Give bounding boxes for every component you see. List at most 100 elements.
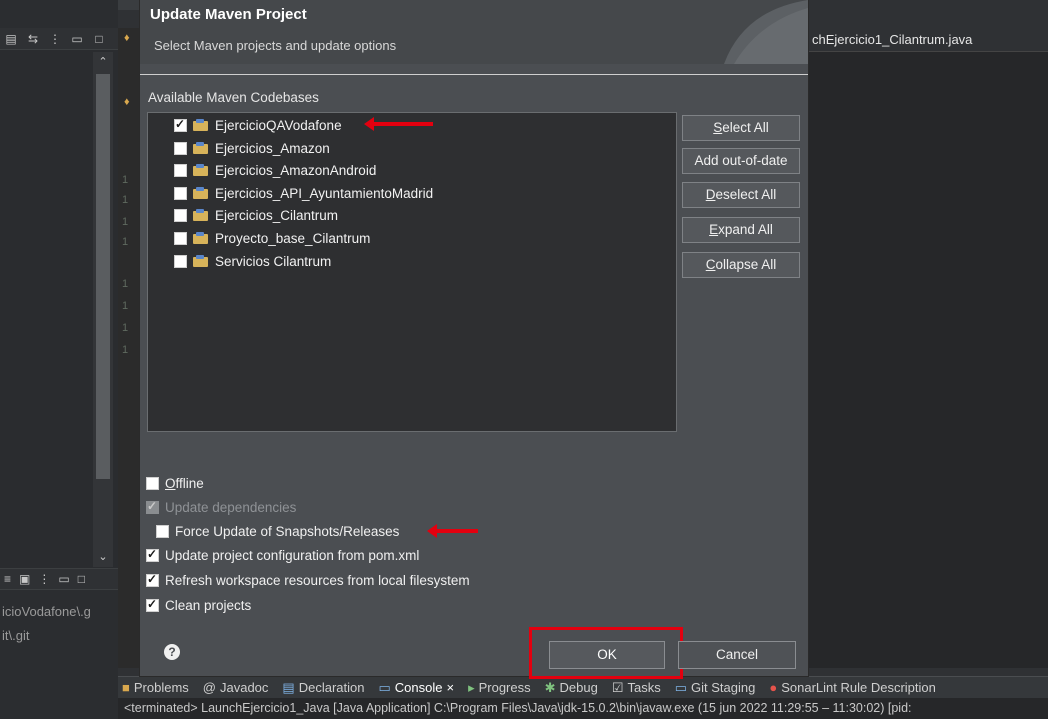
maximize-icon[interactable]: □ — [78, 572, 85, 586]
code-editor[interactable] — [808, 28, 1048, 668]
offline-option[interactable]: Offline — [146, 476, 204, 491]
line-number: 1 — [122, 174, 129, 186]
tab-progress[interactable]: ▸ Progress — [468, 680, 531, 696]
tab-sonarlint[interactable]: ● SonarLint Rule Description — [769, 680, 936, 695]
line-number: 1 — [122, 300, 129, 312]
clean-projects-option[interactable]: Clean projects — [146, 597, 251, 613]
view-menu-icon[interactable]: ▤ — [4, 32, 18, 46]
refresh-workspace-checkbox[interactable] — [146, 572, 159, 587]
update-config-option[interactable]: Update project configuration from pom.xm… — [146, 547, 420, 563]
project-checkbox[interactable] — [174, 254, 187, 268]
force-update-option[interactable]: Force Update of Snapshots/Releases — [156, 524, 399, 539]
close-icon[interactable]: × — [446, 680, 454, 695]
maven-project-folder-icon — [193, 186, 209, 200]
project-name: Servicios Cilantrum — [215, 253, 332, 269]
line-number: 1 — [122, 278, 129, 290]
tab-javadoc[interactable]: @ Javadoc — [203, 680, 269, 695]
project-checkbox[interactable] — [174, 117, 187, 132]
select-all-button[interactable]: Select All — [682, 115, 800, 141]
debug-icon: ✱ — [544, 679, 556, 695]
minimize-icon[interactable]: ▭ — [58, 572, 69, 586]
codebases-tree[interactable]: EjercicioQAVodafone Ejercicios_Amazon Ej… — [147, 112, 677, 432]
tree-item-servicios-cilantrum[interactable]: Servicios Cilantrum — [174, 251, 331, 271]
maven-project-folder-icon — [193, 163, 209, 177]
maximize-icon[interactable]: □ — [92, 32, 106, 46]
scroll-up-icon[interactable]: ⌃ — [93, 54, 113, 70]
tree-item-ejercicios-api-ayuntamientomadrid[interactable]: Ejercicios_API_AyuntamientoMadrid — [174, 183, 433, 203]
project-name: Ejercicios_Amazon — [215, 140, 330, 156]
tab-debug[interactable]: ✱ Debug — [545, 680, 598, 696]
update-dependencies-checkbox — [146, 499, 159, 514]
project-checkbox[interactable] — [174, 231, 187, 245]
project-name: Ejercicios_Cilantrum — [215, 207, 339, 223]
project-name: EjercicioQAVodafone — [215, 117, 342, 133]
clone-icon[interactable]: ▣ — [19, 572, 30, 586]
package-explorer-scrollbar[interactable]: ⌃ ⌄ — [93, 52, 113, 567]
java-file-icon: ♦ — [124, 32, 130, 44]
editor-tab[interactable]: chEjercicio1_Cilantrum.java — [808, 28, 1048, 52]
project-checkbox[interactable] — [174, 208, 187, 222]
console-status-line: <terminated> LaunchEjercicio1_Java [Java… — [118, 698, 1048, 719]
warning-marker-icon: ♦ — [124, 96, 130, 108]
tree-item-ejercicios-amazon[interactable]: Ejercicios_Amazon — [174, 138, 330, 158]
ok-button[interactable]: OK — [549, 641, 665, 669]
link-editor-icon[interactable]: ⇆ — [26, 32, 40, 46]
line-number: 1 — [122, 236, 129, 248]
package-explorer-toolbar: ▤ ⇆ ⋮ ▭ □ — [0, 28, 118, 50]
project-name: Ejercicios_API_AyuntamientoMadrid — [215, 185, 434, 201]
tree-item-ejercicioqavodafone[interactable]: EjercicioQAVodafone — [174, 115, 342, 135]
tree-item-ejercicios-cilantrum[interactable]: Ejercicios_Cilantrum — [174, 205, 338, 225]
add-out-of-date-button[interactable]: Add out-of-date — [682, 148, 800, 174]
more-options-icon[interactable]: ⋮ — [48, 32, 62, 46]
dialog-header: Update Maven Project Select Maven projec… — [140, 0, 808, 64]
update-dependencies-option: Update dependencies — [146, 499, 297, 515]
minimize-icon[interactable]: ▭ — [70, 32, 84, 46]
tab-declaration[interactable]: ▤ Declaration — [282, 680, 364, 696]
line-number: 1 — [122, 216, 129, 228]
annotation-arrow — [427, 524, 478, 538]
clean-projects-checkbox[interactable] — [146, 597, 159, 612]
editor-gutter: ♦ ♦ 1 1 1 1 1 1 1 1 — [118, 28, 140, 668]
help-icon[interactable]: ? — [164, 644, 180, 660]
git-staging-icon: ▭ — [674, 679, 688, 695]
git-repositories-toolbar: ≡ ▣ ⋮ ▭ □ — [0, 568, 118, 590]
available-codebases-label: Available Maven Codebases — [148, 90, 319, 105]
project-name: Proyecto_base_Cilantrum — [215, 230, 371, 246]
repository-path[interactable]: icioVodafone\.g — [2, 604, 91, 619]
declaration-icon: ▤ — [282, 679, 295, 695]
project-checkbox[interactable] — [174, 186, 187, 200]
project-checkbox[interactable] — [174, 141, 187, 155]
annotation-arrow — [364, 117, 433, 131]
tree-item-ejercicios-amazonandroid[interactable]: Ejercicios_AmazonAndroid — [174, 160, 376, 180]
header-separator — [140, 74, 808, 75]
update-config-label: Update project configuration from pom.xm… — [165, 548, 420, 563]
tasks-icon: ☑ — [611, 679, 624, 695]
project-checkbox[interactable] — [174, 163, 187, 177]
tab-console[interactable]: ▭ Console × — [378, 680, 454, 696]
tab-tasks[interactable]: ☑ Tasks — [612, 680, 661, 696]
update-dependencies-label: Update dependencies — [165, 500, 297, 515]
offline-checkbox[interactable] — [146, 477, 159, 490]
repo-icon[interactable]: ≡ — [4, 572, 11, 586]
offline-label: Offline — [165, 476, 204, 491]
deselect-all-button[interactable]: Deselect All — [682, 182, 800, 208]
repository-path[interactable]: it\.git — [2, 628, 29, 643]
progress-icon: ▸ — [468, 679, 475, 695]
project-name: Ejercicios_AmazonAndroid — [215, 162, 377, 178]
maven-project-folder-icon — [193, 141, 209, 155]
tree-item-proyecto-base-cilantrum[interactable]: Proyecto_base_Cilantrum — [174, 228, 370, 248]
cancel-button[interactable]: Cancel — [678, 641, 796, 669]
more-options-icon[interactable]: ⋮ — [38, 572, 50, 586]
dialog-title: Update Maven Project — [150, 6, 307, 23]
tab-problems[interactable]: ■ Problems — [122, 680, 189, 695]
update-config-checkbox[interactable] — [146, 547, 159, 562]
collapse-all-button[interactable]: Collapse All — [682, 252, 800, 278]
force-update-checkbox[interactable] — [156, 525, 169, 538]
refresh-workspace-option[interactable]: Refresh workspace resources from local f… — [146, 572, 470, 588]
problems-icon: ■ — [122, 680, 130, 695]
scroll-down-icon[interactable]: ⌄ — [93, 549, 113, 565]
line-number: 1 — [122, 194, 129, 206]
tab-git-staging[interactable]: ▭ Git Staging — [675, 680, 756, 696]
expand-all-button[interactable]: Expand All — [682, 217, 800, 243]
scrollbar-thumb[interactable] — [96, 74, 110, 479]
